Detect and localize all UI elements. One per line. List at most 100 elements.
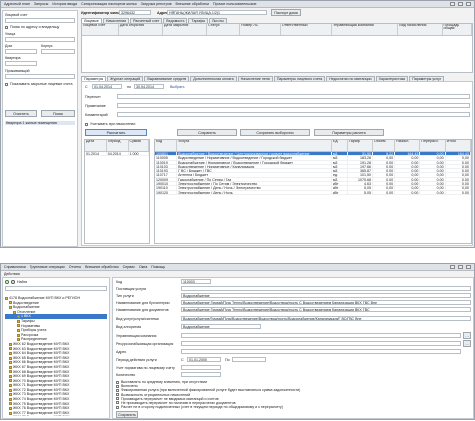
note-input[interactable] [117,103,470,108]
flat-input[interactable] [5,61,37,66]
column-header[interactable]: Управляющая компания [332,24,399,35]
close-icon[interactable] [466,265,471,269]
checkbox-icon[interactable] [116,405,119,409]
column-header[interactable]: Площадь общая [443,24,472,35]
column-header[interactable]: Начисл. [395,140,421,151]
house-passport-button[interactable]: Паспорт дома [271,9,301,16]
form-save-button[interactable]: Сохранить [116,411,138,418]
norm-input[interactable] [181,365,221,370]
table-row[interactable]: 190120 Электроснабжение / День / Ночь кВт 5… [155,190,471,195]
column-header[interactable]: Дата открытия [119,24,163,35]
close-icon[interactable] [466,2,471,6]
calculate-button[interactable]: Рассчитать [85,129,147,136]
checkbox-icon[interactable] [116,388,119,392]
menu-item[interactable]: Помощь [151,265,165,269]
column-header[interactable]: Перерасч. [420,140,446,151]
name-acc-input[interactable]: Водоснабжение Гкмхай/Пуск Тепло/Водоотве… [181,300,471,305]
zero-check[interactable]: Учитывать при начислении [85,122,135,126]
code-input[interactable]: 110003 [181,279,211,284]
column-header[interactable]: Период [107,140,129,151]
column-header[interactable]: Вид начисления [398,24,443,35]
search-icon[interactable] [11,280,15,284]
uk-input[interactable] [181,333,461,338]
menu-item[interactable]: Справочники [4,265,26,269]
closed-accounts-check[interactable]: Показывать закрытые лицевые счета [5,82,72,86]
checkbox-icon[interactable] [116,393,119,397]
refresh-icon[interactable] [5,280,9,284]
account-input[interactable] [5,18,75,23]
menu-item[interactable]: Адресный план [4,2,30,6]
checkbox-icon[interactable] [116,384,119,388]
column-header[interactable]: Тариф [348,140,373,151]
owner-input[interactable] [5,74,75,79]
corp-input[interactable] [41,49,75,54]
maximize-icon[interactable] [458,2,463,6]
minimize-icon[interactable] [450,2,455,6]
house-input[interactable] [5,49,37,54]
column-header[interactable]: Дата закрытия [163,24,208,35]
maximize-icon[interactable] [458,265,463,269]
table-cell: 0,00 [373,182,396,186]
calc-params-button[interactable]: Параметры расчета [314,129,384,136]
menu-item[interactable]: Запросы [34,2,49,6]
table-cell: 0,00 [420,152,446,156]
option-checkbox[interactable]: Расчет не в сторону подключенных (счет в… [116,405,472,409]
search-result-item[interactable]: Квартира 1 жилые помещения [5,121,75,125]
comment-input[interactable] [117,112,470,117]
column-header[interactable]: Номер ЛС [240,24,281,35]
actions-menu[interactable]: Действия [4,272,20,276]
column-header[interactable]: Объем [373,140,396,151]
minimize-icon[interactable] [450,265,455,269]
column-header[interactable]: Ответственный [281,24,333,35]
street-input[interactable] [5,37,75,42]
table-row[interactable]: 01.2014 04.2014 1 000 [85,152,149,157]
uk-pick-button[interactable]: … [463,332,471,339]
ro-input[interactable] [181,341,461,346]
period-to-input[interactable]: 30.04.2014 [134,84,164,89]
column-header[interactable]: Итого [446,140,471,151]
search-button[interactable]: Поиск [41,110,75,117]
menu-item[interactable]: Отчеты [69,265,81,269]
period-select-link[interactable]: Выбрать [170,85,184,89]
menu-item[interactable]: Прочие пользовательские [213,2,256,6]
column-header[interactable]: Код [155,140,178,151]
menu-item[interactable]: Групповые операции [30,265,65,269]
menu-item[interactable]: Внешние обработки [176,2,210,6]
menu-item[interactable]: Синхронизация паспортов жилья [81,2,136,6]
column-header[interactable]: Статус [207,24,241,35]
qty-input[interactable] [181,372,221,377]
to-input[interactable] [232,357,266,362]
from-input[interactable]: 01.01.2000 [187,357,221,362]
menu-item[interactable]: Сервис [123,265,135,269]
menu-item[interactable]: Внешние обработки [85,265,119,269]
checkbox-icon[interactable] [116,397,119,401]
column-header[interactable]: Дата [85,140,107,151]
period-label: Период действия услуги [116,358,157,362]
period-from-input[interactable]: 01.04.2014 [92,84,122,89]
radio-icon[interactable] [5,25,8,29]
column-header[interactable]: Услуга [177,140,332,151]
kind-select[interactable]: Водоснабжение/Гкмхай/Пуск/Водоотведение/… [181,316,471,321]
save-selected-button[interactable]: Сохранить выборочно [240,129,310,136]
ro-pick-button[interactable]: … [463,340,471,347]
clear-button[interactable]: Очистить [5,110,37,117]
acc-input[interactable] [181,349,461,354]
name-doc-input[interactable]: Водоснабжение Гкмхай/Пуск Тепло/Водоотве… [181,307,471,312]
save-button[interactable]: Сохранить [177,129,237,136]
recalc-input[interactable] [117,94,470,99]
column-header[interactable]: Лицевой счет [82,24,119,35]
tree-search-input[interactable] [5,286,107,291]
type-select[interactable]: Водоснабжение [181,293,471,298]
menu-item[interactable]: Окна [139,265,147,269]
table-cell: 0,00 [420,186,446,190]
algo-select[interactable]: Водоснабжение [181,324,261,329]
checkbox-icon[interactable] [116,380,119,384]
supplier-input[interactable] [181,286,471,291]
column-header[interactable]: Ед. [332,140,348,151]
folder-icon [9,411,12,415]
menu-item[interactable]: Загрузка реестров [141,2,172,6]
tree-node[interactable]: ЖКХ 78 Водоотведение МУП ВКХ [5,415,107,416]
checkbox-icon[interactable] [116,401,119,405]
column-header[interactable]: Сумма [129,140,149,151]
menu-item[interactable]: История ввода [52,2,77,6]
